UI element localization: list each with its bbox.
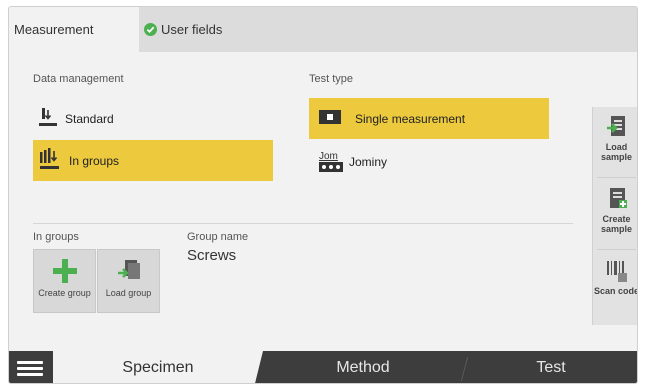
jominy-icon: Jom [319, 152, 343, 172]
barcode-icon [606, 261, 627, 282]
in-groups-option[interactable]: In groups [33, 140, 273, 181]
divider [33, 223, 573, 224]
create-sample-button[interactable]: Create sample [593, 179, 637, 247]
jominy-option[interactable]: Jom Jominy [309, 145, 549, 179]
tab-bar: Measurement User fields [9, 7, 637, 52]
scan-code-button[interactable]: Scan code [593, 251, 638, 319]
test-type-label: Test type [309, 73, 354, 85]
nav-method-label: Method [336, 359, 390, 376]
load-group-icon [117, 260, 140, 279]
nav-method[interactable]: Method [263, 351, 463, 383]
app-window: Measurement User fields Data management … [8, 6, 638, 384]
in-groups-section-label: In groups [33, 231, 79, 243]
standard-label: Standard [65, 112, 114, 126]
in-groups-label: In groups [69, 153, 120, 168]
load-sample-label: Load sample [600, 142, 633, 162]
single-measurement-option[interactable]: Single measurement [309, 98, 549, 139]
tab-user-fields-label: User fields [161, 22, 223, 37]
bottom-navigation: Specimen Method Test [9, 351, 637, 383]
tab-user-fields[interactable]: User fields [144, 7, 222, 52]
jominy-label: Jominy [349, 155, 388, 169]
single-measurement-icon [319, 110, 341, 127]
check-icon [144, 23, 157, 36]
create-sample-icon [609, 188, 627, 208]
nav-test[interactable]: Test [463, 351, 637, 383]
group-name-value: Screws [187, 247, 237, 264]
nav-test-label: Test [536, 359, 566, 376]
data-management-label: Data management [33, 73, 124, 85]
tab-measurement[interactable]: Measurement [9, 7, 139, 52]
side-separator [597, 249, 636, 250]
tab-measurement-label: Measurement [14, 22, 94, 37]
create-group-label: Create group [38, 288, 91, 298]
sample-side-panel: Load sample Create sample Scan code [592, 107, 638, 325]
nav-specimen-label: Specimen [122, 359, 194, 376]
create-sample-label: Create sample [600, 214, 633, 234]
load-group-button[interactable]: Load group [97, 249, 160, 313]
single-measurement-label: Single measurement [355, 111, 466, 126]
plus-icon [52, 259, 77, 283]
hamburger-menu-icon[interactable] [17, 361, 43, 377]
load-group-label: Load group [105, 288, 152, 298]
create-group-button[interactable]: Create group [33, 249, 96, 313]
standard-icon [39, 107, 57, 131]
load-sample-button[interactable]: Load sample [593, 107, 637, 175]
group-name-label: Group name [187, 231, 249, 243]
nav-specimen[interactable]: Specimen [53, 351, 263, 383]
standard-option[interactable]: Standard [33, 104, 273, 134]
side-separator [597, 177, 636, 178]
load-sample-icon [606, 116, 625, 136]
scan-code-label: Scan code [593, 286, 638, 296]
in-groups-icon [39, 148, 61, 173]
